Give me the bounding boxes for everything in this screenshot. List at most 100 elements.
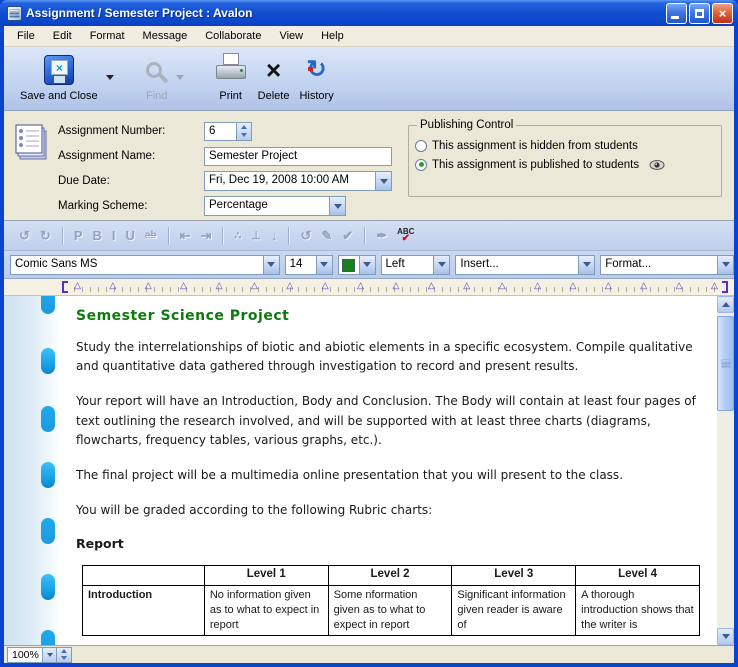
chevron-down-icon[interactable] [263, 256, 279, 274]
revert-icon[interactable]: ↺ [300, 228, 311, 244]
chevron-down-icon[interactable] [717, 256, 733, 274]
due-date-select[interactable]: Fri, Dec 19, 2008 10:00 AM [204, 171, 392, 191]
hidden-option[interactable]: This assignment is hidden from students [415, 136, 715, 155]
tab-marker-icon[interactable]: △ [322, 280, 329, 291]
tab-marker-icon[interactable]: △ [605, 280, 612, 291]
menu-item-format[interactable]: Format [81, 28, 134, 44]
move-down-icon[interactable]: ↓ [271, 228, 278, 243]
tab-marker-icon[interactable]: △ [357, 280, 364, 291]
redo-icon[interactable]: ↻ [40, 228, 51, 244]
vertical-scrollbar[interactable] [717, 296, 734, 645]
marking-scheme-select[interactable]: Percentage [204, 196, 346, 216]
chevron-down-icon[interactable] [43, 647, 57, 663]
save-and-close-button[interactable]: × Save and Close [20, 53, 98, 102]
tab-marker-icon[interactable]: △ [428, 280, 435, 291]
tab-marker-icon[interactable]: △ [216, 280, 223, 291]
tab-marker-icon[interactable]: △ [640, 280, 647, 291]
document-editor[interactable]: Semester Science Project Study the inter… [59, 296, 717, 645]
save-icon: × [44, 55, 74, 85]
chevron-down-icon[interactable] [359, 256, 375, 274]
table-cell: A thorough introduction shows that the w… [576, 586, 700, 636]
chevron-down-icon[interactable] [375, 172, 391, 190]
align-select[interactable]: Left [381, 255, 451, 275]
hidden-radio[interactable] [415, 140, 427, 152]
scroll-down-button[interactable] [717, 628, 734, 645]
chevron-down-icon[interactable] [316, 256, 332, 274]
binding-hole-icon [41, 462, 55, 488]
delete-button[interactable]: × Delete [258, 53, 290, 102]
tab-marker-icon[interactable]: △ [569, 280, 576, 291]
find-button[interactable]: Find [146, 53, 168, 102]
status-bar: 100% [4, 645, 734, 663]
header-cell: Level 1 [204, 566, 328, 586]
space-before-icon[interactable]: ∴ [234, 229, 241, 242]
print-button[interactable]: Print [216, 53, 246, 102]
number-stepper[interactable] [237, 122, 252, 141]
margin-right-icon[interactable] [722, 281, 728, 293]
assignment-name-input[interactable]: Semester Project [204, 147, 392, 166]
menu-item-view[interactable]: View [270, 28, 312, 44]
maximize-button[interactable] [689, 3, 710, 24]
tab-marker-icon[interactable]: △ [251, 280, 258, 291]
assignment-form-panel: Assignment Number: 6 Assignment Name: Se… [4, 111, 734, 221]
tab-marker-icon[interactable]: △ [463, 280, 470, 291]
save-dropdown-arrow-icon[interactable] [106, 75, 114, 84]
menu-item-message[interactable]: Message [134, 28, 197, 44]
space-after-icon[interactable]: ⊥ [251, 229, 261, 242]
underline-icon[interactable]: U [126, 228, 135, 243]
tab-marker-icon[interactable]: △ [74, 280, 81, 291]
color-swatch-icon [342, 259, 355, 272]
minimize-icon [671, 16, 679, 19]
assignment-number-input[interactable]: 6 [204, 122, 252, 141]
tab-marker-icon[interactable]: △ [393, 280, 400, 291]
chevron-down-icon[interactable] [329, 197, 345, 215]
font-family-select[interactable]: Comic Sans MS [10, 255, 280, 275]
zoom-stepper[interactable] [57, 647, 72, 663]
tab-marker-icon[interactable]: △ [534, 280, 541, 291]
tab-marker-icon[interactable]: △ [109, 280, 116, 291]
scroll-up-button[interactable] [717, 296, 734, 313]
published-radio[interactable] [415, 159, 427, 171]
history-button[interactable]: ↻ History [299, 53, 333, 102]
format-select[interactable]: Format... [600, 255, 734, 275]
report-label: Report [76, 536, 709, 551]
chevron-down-icon[interactable] [433, 256, 449, 274]
zoom-select[interactable]: 100% [7, 647, 72, 663]
ruler[interactable]: △ △ △ △ △ △ △ △ △ △ △ △ △ △ △ △ △ △ △ [4, 279, 734, 296]
doc-paragraph: The final project will be a multimedia o… [76, 466, 706, 485]
strikethrough-icon[interactable]: ab [145, 230, 157, 241]
menu-item-collaborate[interactable]: Collaborate [196, 28, 270, 44]
chevron-down-icon[interactable] [578, 256, 594, 274]
tab-marker-icon[interactable]: △ [180, 280, 187, 291]
font-color-select[interactable] [338, 255, 376, 275]
font-size-select[interactable]: 14 [285, 255, 333, 275]
tab-marker-icon[interactable]: △ [499, 280, 506, 291]
margin-left-icon[interactable] [62, 281, 68, 293]
menu-item-help[interactable]: Help [312, 28, 353, 44]
header-cell: Level 2 [328, 566, 452, 586]
bold-icon[interactable]: B [92, 228, 101, 243]
draw-icon[interactable]: ✎ [321, 228, 332, 244]
tab-marker-icon[interactable]: △ [286, 280, 293, 291]
spellcheck-icon[interactable]: ABC ✔ [397, 228, 414, 244]
plain-text-icon[interactable]: P [74, 228, 83, 243]
indent-icon[interactable]: ⇥ [200, 228, 211, 244]
signature-icon[interactable]: ✒ [376, 228, 387, 244]
published-option[interactable]: This assignment is published to students [415, 155, 715, 174]
minimize-button[interactable] [666, 3, 687, 24]
undo-icon[interactable]: ↺ [19, 228, 30, 244]
italic-icon[interactable]: I [112, 228, 116, 243]
menu-item-edit[interactable]: Edit [44, 28, 81, 44]
insert-select[interactable]: Insert... [455, 255, 595, 275]
scroll-track[interactable] [717, 313, 734, 628]
menu-bar: File Edit Format Message Collaborate Vie… [4, 26, 734, 47]
row-label: Introduction [83, 586, 205, 636]
scroll-thumb[interactable] [717, 316, 734, 411]
tab-marker-icon[interactable]: △ [145, 280, 152, 291]
menu-item-file[interactable]: File [8, 28, 44, 44]
approve-icon[interactable]: ✔ [342, 228, 353, 244]
outdent-icon[interactable]: ⇤ [180, 228, 191, 244]
close-button[interactable]: × [712, 3, 733, 24]
tab-marker-icon[interactable]: △ [676, 280, 683, 291]
tab-marker-icon[interactable]: △ [711, 280, 718, 291]
